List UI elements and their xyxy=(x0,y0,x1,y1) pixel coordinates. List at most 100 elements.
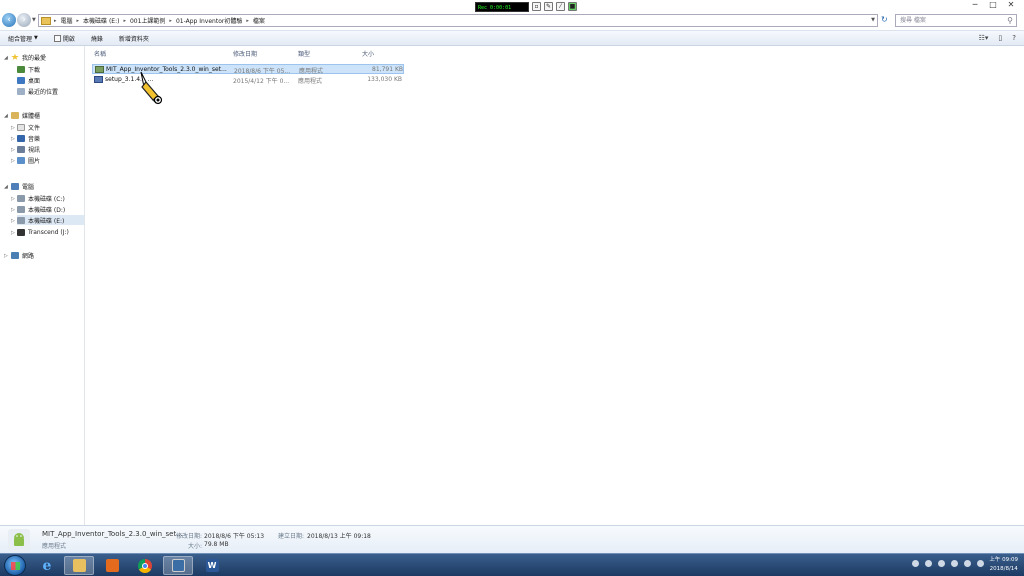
tray-help-icon[interactable] xyxy=(912,560,919,567)
media-player-icon xyxy=(105,559,119,572)
recorder-brush-icon[interactable]: ⁄ xyxy=(556,2,565,11)
usb-drive-icon xyxy=(17,228,25,236)
star-icon xyxy=(11,53,19,60)
search-input[interactable]: 搜尋 檔案 ⚲ xyxy=(895,14,1017,27)
collapse-caret-icon[interactable]: ◢ xyxy=(4,113,8,119)
open-button[interactable]: 開啟 xyxy=(53,34,75,43)
minimize-button[interactable]: ─ xyxy=(966,0,984,10)
column-header-date[interactable]: 修改日期 xyxy=(233,49,257,58)
breadcrumb-item[interactable]: 檔案 xyxy=(253,16,265,25)
nav-documents[interactable]: 文件 xyxy=(17,122,40,132)
refresh-icon[interactable]: ↻ xyxy=(881,15,888,24)
address-row: ‹ › ▼ ▸ 電腦 ▸ 本機磁碟 (E:) ▸ 001上課範例 ▸ 01-Ap… xyxy=(0,12,1024,29)
view-options-icon[interactable]: ☷▾ xyxy=(979,34,989,42)
expand-caret-icon[interactable]: ▷ xyxy=(11,147,15,153)
details-size-value: 79.8 MB xyxy=(204,541,229,548)
taskbar-media-button[interactable] xyxy=(97,556,127,575)
folder-icon xyxy=(41,16,51,25)
tray-network-icon[interactable] xyxy=(964,560,971,567)
details-filename: MIT_App_Inventor_Tools_2.3.0_win_set... xyxy=(42,530,183,538)
breadcrumb-item[interactable]: 01-App Inventor初體驗 xyxy=(176,16,242,25)
view-controls: ☷▾ ▯ ? xyxy=(979,34,1016,42)
nav-recent[interactable]: 最近的位置 xyxy=(17,86,58,96)
documents-icon xyxy=(17,123,25,131)
taskbar-explorer-button[interactable] xyxy=(64,556,94,575)
chevron-right-icon[interactable]: ▸ xyxy=(54,18,57,24)
taskbar-chrome-button[interactable] xyxy=(130,556,160,575)
file-size: 81,791 KB xyxy=(372,66,403,73)
details-filetype: 應用程式 xyxy=(42,543,67,550)
expand-caret-icon[interactable]: ▷ xyxy=(11,136,15,142)
tray-keyboard-icon[interactable] xyxy=(938,560,945,567)
nav-label: 本機磁碟 (D:) xyxy=(28,206,66,214)
search-placeholder: 搜尋 檔案 xyxy=(900,17,926,24)
address-bar[interactable]: ▸ 電腦 ▸ 本機磁碟 (E:) ▸ 001上課範例 ▸ 01-App Inve… xyxy=(38,14,878,27)
collapse-caret-icon[interactable]: ◢ xyxy=(4,184,8,190)
open-icon xyxy=(53,34,61,42)
details-created-label: 建立日期: xyxy=(278,533,305,540)
nav-drive-c[interactable]: 本機磁碟 (C:) xyxy=(17,193,65,203)
command-toolbar: 組合管理 ▼ 開啟 燒錄 新增資料夾 ☷▾ ▯ ? xyxy=(0,30,1024,46)
chevron-right-icon[interactable]: ▸ xyxy=(246,18,249,24)
back-button[interactable]: ‹ xyxy=(2,13,16,27)
expand-caret-icon[interactable]: ▷ xyxy=(11,158,15,164)
expand-caret-icon[interactable]: ▷ xyxy=(4,253,8,259)
history-dropdown-icon[interactable]: ▼ xyxy=(32,17,36,23)
nav-favorites[interactable]: 我的最愛 xyxy=(11,52,46,62)
nav-pictures[interactable]: 圖片 xyxy=(17,155,40,165)
nav-drive-d[interactable]: 本機磁碟 (D:) xyxy=(17,204,65,214)
taskbar-ie-button[interactable]: e xyxy=(32,556,62,575)
download-folder-icon xyxy=(17,65,25,73)
recorder-pencil-icon[interactable]: ✎ xyxy=(544,2,553,11)
organize-button[interactable]: 組合管理 ▼ xyxy=(8,34,38,43)
tray-power-icon[interactable] xyxy=(951,560,958,567)
column-header-type[interactable]: 類型 xyxy=(298,49,310,58)
chevron-right-icon[interactable]: ▸ xyxy=(123,18,126,24)
expand-caret-icon[interactable]: ▷ xyxy=(11,218,15,224)
new-folder-button[interactable]: 新增資料夾 xyxy=(119,34,149,43)
nav-music[interactable]: 音樂 xyxy=(17,133,40,143)
breadcrumb-item[interactable]: 電腦 xyxy=(61,16,73,25)
column-header-size[interactable]: 大小 xyxy=(362,49,374,58)
nav-drive-j[interactable]: Transcend (J:) xyxy=(17,227,69,237)
expand-caret-icon[interactable]: ▷ xyxy=(11,196,15,202)
expand-caret-icon[interactable]: ▷ xyxy=(11,125,15,131)
taskbar-recorder-button[interactable] xyxy=(163,556,193,575)
forward-button[interactable]: › xyxy=(17,13,31,27)
word-icon: W xyxy=(205,559,219,572)
recorder-stop-icon[interactable]: ▫ xyxy=(532,2,541,11)
nav-libraries[interactable]: 媒體櫃 xyxy=(11,110,40,120)
nav-downloads[interactable]: 下載 xyxy=(17,64,40,74)
maximize-button[interactable]: □ xyxy=(984,0,1002,10)
close-button[interactable]: ✕ xyxy=(1002,0,1020,10)
chevron-right-icon[interactable]: ▸ xyxy=(169,18,172,24)
expand-caret-icon[interactable]: ▷ xyxy=(11,207,15,213)
folder-icon xyxy=(72,559,86,572)
recorder-square-icon[interactable]: ■ xyxy=(568,2,577,11)
nav-desktop[interactable]: 桌面 xyxy=(17,75,40,85)
tray-volume-icon[interactable] xyxy=(977,560,984,567)
burn-button[interactable]: 燒錄 xyxy=(91,34,103,43)
nav-label: 圖片 xyxy=(28,157,41,165)
help-icon[interactable]: ? xyxy=(1012,34,1016,42)
breadcrumb-item[interactable]: 001上課範例 xyxy=(130,16,165,25)
details-modified-value: 2018/8/6 下午 05:13 xyxy=(204,533,265,540)
system-tray xyxy=(912,560,984,567)
taskbar-clock[interactable]: 上午 09:09 2018/8/14 xyxy=(989,556,1018,574)
chevron-right-icon[interactable]: ▸ xyxy=(77,18,80,24)
address-dropdown-icon[interactable]: ▼ xyxy=(871,17,875,23)
breadcrumb-item[interactable]: 本機磁碟 (E:) xyxy=(83,16,119,25)
column-header-name[interactable]: 名稱 xyxy=(94,49,106,58)
expand-caret-icon[interactable]: ▷ xyxy=(11,230,15,236)
taskbar-word-button[interactable]: W xyxy=(197,556,227,575)
start-button[interactable] xyxy=(4,555,26,576)
nav-videos[interactable]: 視訊 xyxy=(17,144,40,154)
nav-network[interactable]: 網路 xyxy=(11,250,34,260)
new-folder-label: 新增資料夾 xyxy=(118,35,149,43)
preview-pane-icon[interactable]: ▯ xyxy=(998,34,1002,42)
nav-drive-e[interactable]: 本機磁碟 (E:) xyxy=(17,215,84,225)
android-icon xyxy=(8,529,30,551)
nav-computer[interactable]: 電腦 xyxy=(11,181,34,191)
collapse-caret-icon[interactable]: ◢ xyxy=(4,55,8,61)
tray-shield-icon[interactable] xyxy=(925,560,932,567)
